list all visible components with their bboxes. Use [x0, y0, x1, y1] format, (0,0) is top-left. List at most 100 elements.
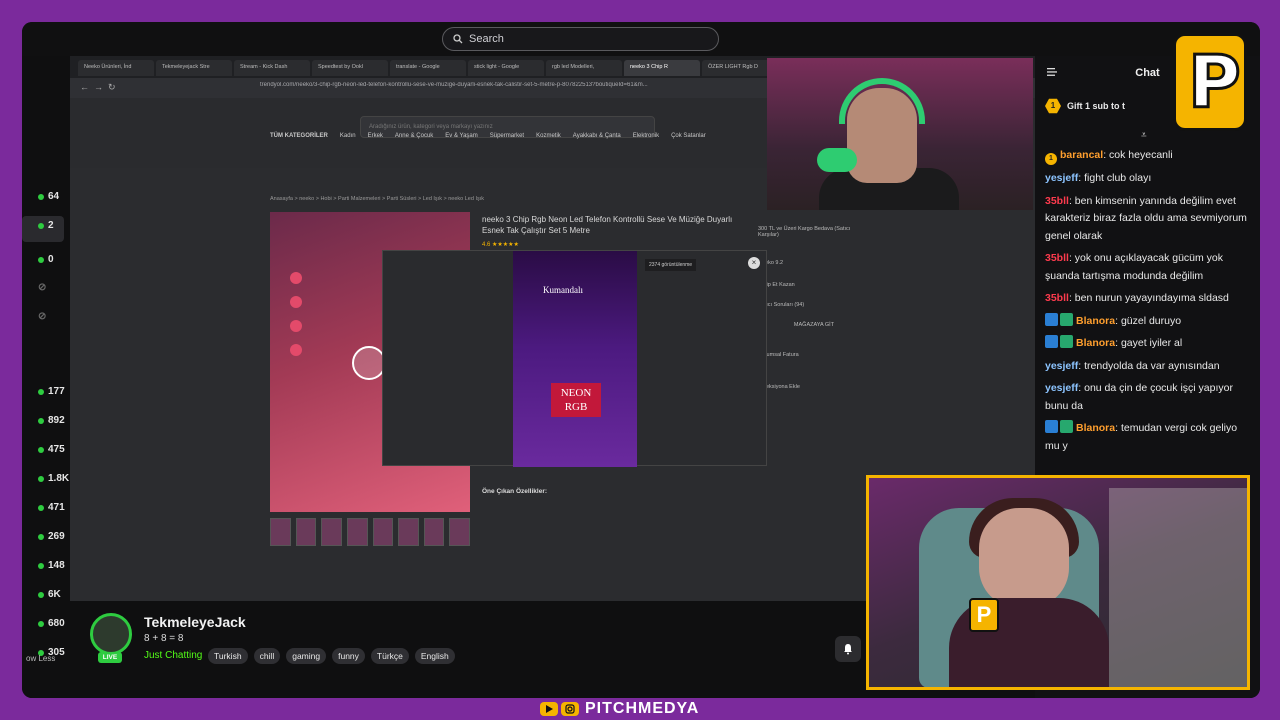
- vip-badge-icon: [1060, 420, 1073, 433]
- cohost-webcam: P: [866, 475, 1250, 690]
- chat-username[interactable]: barancal: [1060, 149, 1103, 161]
- browser-tab[interactable]: stick light - Google: [468, 60, 544, 76]
- sidebar-channel-offline[interactable]: ⊘: [38, 282, 46, 293]
- sidebar-channel[interactable]: 475: [38, 444, 65, 455]
- category-link: Kozmetik: [536, 133, 561, 139]
- viewer-count: 471: [48, 502, 65, 513]
- sidebar-channel[interactable]: 64: [38, 191, 59, 202]
- features-box: Öne Çıkan Özellikler:: [482, 488, 548, 495]
- viewer-count: 64: [48, 191, 60, 202]
- category-link: Ayakkabı & Çanta: [572, 133, 621, 139]
- stream-title: 8 + 8 = 8: [144, 633, 184, 644]
- moderator-badge-icon: [1045, 312, 1058, 326]
- category-link: Kadın: [339, 133, 356, 139]
- product-video: Kumandalı NEON RGB: [513, 251, 637, 467]
- sidebar-channel[interactable]: 269: [38, 531, 65, 542]
- viewer-count: 2: [48, 220, 54, 231]
- search-input[interactable]: Search: [442, 27, 719, 51]
- category-link: Erkek: [367, 133, 383, 139]
- back-arrow-icon: ←: [80, 82, 89, 92]
- live-badge: LIVE: [98, 652, 122, 663]
- product-title: neeko 3 Chip Rgb Neon Led Telefon Kontro…: [482, 214, 752, 251]
- tag[interactable]: Türkçe: [370, 648, 409, 664]
- microphone-icon: [817, 148, 857, 172]
- chat-username[interactable]: 35bll: [1045, 252, 1069, 264]
- chat-message: yesjeff: trendyolda da var aynısından: [1045, 359, 1220, 372]
- bell-icon: [844, 644, 852, 655]
- viewer-count: 177: [48, 386, 65, 397]
- vip-badge-icon: [1060, 335, 1073, 348]
- pinned-toggle-icon[interactable]: ⩡: [1141, 130, 1147, 141]
- chat-message: Blanora: gayet iyiler al: [1045, 335, 1250, 353]
- avatar[interactable]: [90, 613, 132, 655]
- chat-message: yesjeff: onu da çin de çocuk işçi yapıyo…: [1045, 382, 1233, 412]
- sidebar-channel[interactable]: 0: [38, 254, 54, 265]
- tag[interactable]: funny: [332, 648, 365, 664]
- tag[interactable]: Turkish: [208, 648, 248, 664]
- url-text: trendyol.com/neeko/3-chip-rgb-neon-led-t…: [260, 82, 648, 88]
- tag[interactable]: chill: [253, 648, 281, 664]
- thumbnail: [270, 518, 291, 546]
- notification-button[interactable]: [835, 636, 861, 662]
- chat-username[interactable]: yesjeff: [1045, 172, 1078, 184]
- chat-message: 35bll: ben kimsenin yanında değilim evet…: [1045, 194, 1247, 242]
- chat-username[interactable]: yesjeff: [1045, 382, 1078, 394]
- browser-tab[interactable]: rgb led Modelleri,: [546, 60, 622, 76]
- browser-tab-active[interactable]: neeko 3 Chip R: [624, 60, 700, 76]
- youtube-icon: [540, 702, 558, 716]
- tag[interactable]: gaming: [286, 648, 327, 664]
- viewer-count: 892: [48, 415, 65, 426]
- show-less-link[interactable]: ow Less: [26, 654, 55, 663]
- browser-tab[interactable]: Speedtest by Ookl: [312, 60, 388, 76]
- live-dot-icon: [38, 222, 44, 229]
- viewer-count: 148: [48, 560, 65, 571]
- chat-username[interactable]: Blanora: [1076, 422, 1115, 434]
- browser-tab[interactable]: translate - Google: [390, 60, 466, 76]
- gift-text: Gift 1 sub to t: [1067, 101, 1125, 111]
- chat-username[interactable]: Blanora: [1076, 337, 1115, 349]
- chat-username[interactable]: Blanora: [1076, 315, 1115, 327]
- browser-tab[interactable]: Tekmeleyejack Stre: [156, 60, 232, 76]
- channel-name[interactable]: TekmeleyeJack: [144, 614, 246, 630]
- neon-sign: NEON RGB: [551, 383, 601, 417]
- sidebar-channel[interactable]: 148: [38, 560, 65, 571]
- stream-category[interactable]: Just Chatting: [144, 650, 202, 661]
- webcam-background-shelf: [1109, 488, 1247, 687]
- moderator-badge-icon: [1045, 420, 1058, 433]
- gift-sub-banner[interactable]: 1 Gift 1 sub to t: [1045, 98, 1125, 114]
- sidebar-channel[interactable]: 1.8K: [38, 473, 69, 484]
- sidebar-channel[interactable]: 177: [38, 386, 65, 397]
- brand-name: PITCHMEDYA: [585, 700, 700, 717]
- live-dot-icon: [38, 504, 44, 511]
- browser-tab[interactable]: Stream - Kick Dash: [234, 60, 310, 76]
- offline-icon: ⊘: [38, 282, 47, 293]
- sidebar-channel-offline[interactable]: ⊘: [38, 311, 46, 322]
- chat-message: Blanora: güzel duruyo: [1045, 312, 1250, 331]
- sidebar-channel[interactable]: 892: [38, 415, 65, 426]
- product-thumbnails: [270, 518, 470, 548]
- chat-username[interactable]: 35bll: [1045, 292, 1069, 304]
- forward-arrow-icon: →: [94, 82, 103, 92]
- vip-badge-icon: [1060, 312, 1073, 326]
- chat-username[interactable]: 35bll: [1045, 195, 1069, 207]
- gift-badge-icon: 1: [1045, 98, 1061, 114]
- browser-tab[interactable]: Neeko Ürünleri, İnd: [78, 60, 154, 76]
- chat-username[interactable]: yesjeff: [1045, 360, 1078, 372]
- moderator-badge-icon: [1045, 335, 1058, 348]
- video-label: Kumandalı: [543, 285, 583, 295]
- led-dot: [290, 272, 302, 284]
- view-count: 2374 görüntülenme: [645, 259, 697, 271]
- pitchmedya-logo: P: [1173, 33, 1247, 131]
- followed-channels-sidebar: 64 2 0 ⊘ ⊘ 177 892 475 1.8K 471 269 148 …: [22, 56, 70, 698]
- chat-messages: 1 barancal: cok heyecanli yesjeff: fight …: [1045, 147, 1250, 460]
- thumbnail: [423, 518, 445, 546]
- tag[interactable]: English: [414, 648, 455, 664]
- viewer-count: 1.8K: [48, 473, 70, 484]
- sidebar-channel[interactable]: 2: [38, 220, 54, 231]
- sidebar-channel[interactable]: 471: [38, 502, 65, 513]
- sidebar-channel[interactable]: 680: [38, 618, 65, 629]
- sidebar-channel[interactable]: 6K: [38, 589, 61, 600]
- close-icon[interactable]: ×: [748, 257, 760, 269]
- reload-icon: ↻: [108, 82, 116, 92]
- collapse-chat-icon[interactable]: [1047, 68, 1057, 76]
